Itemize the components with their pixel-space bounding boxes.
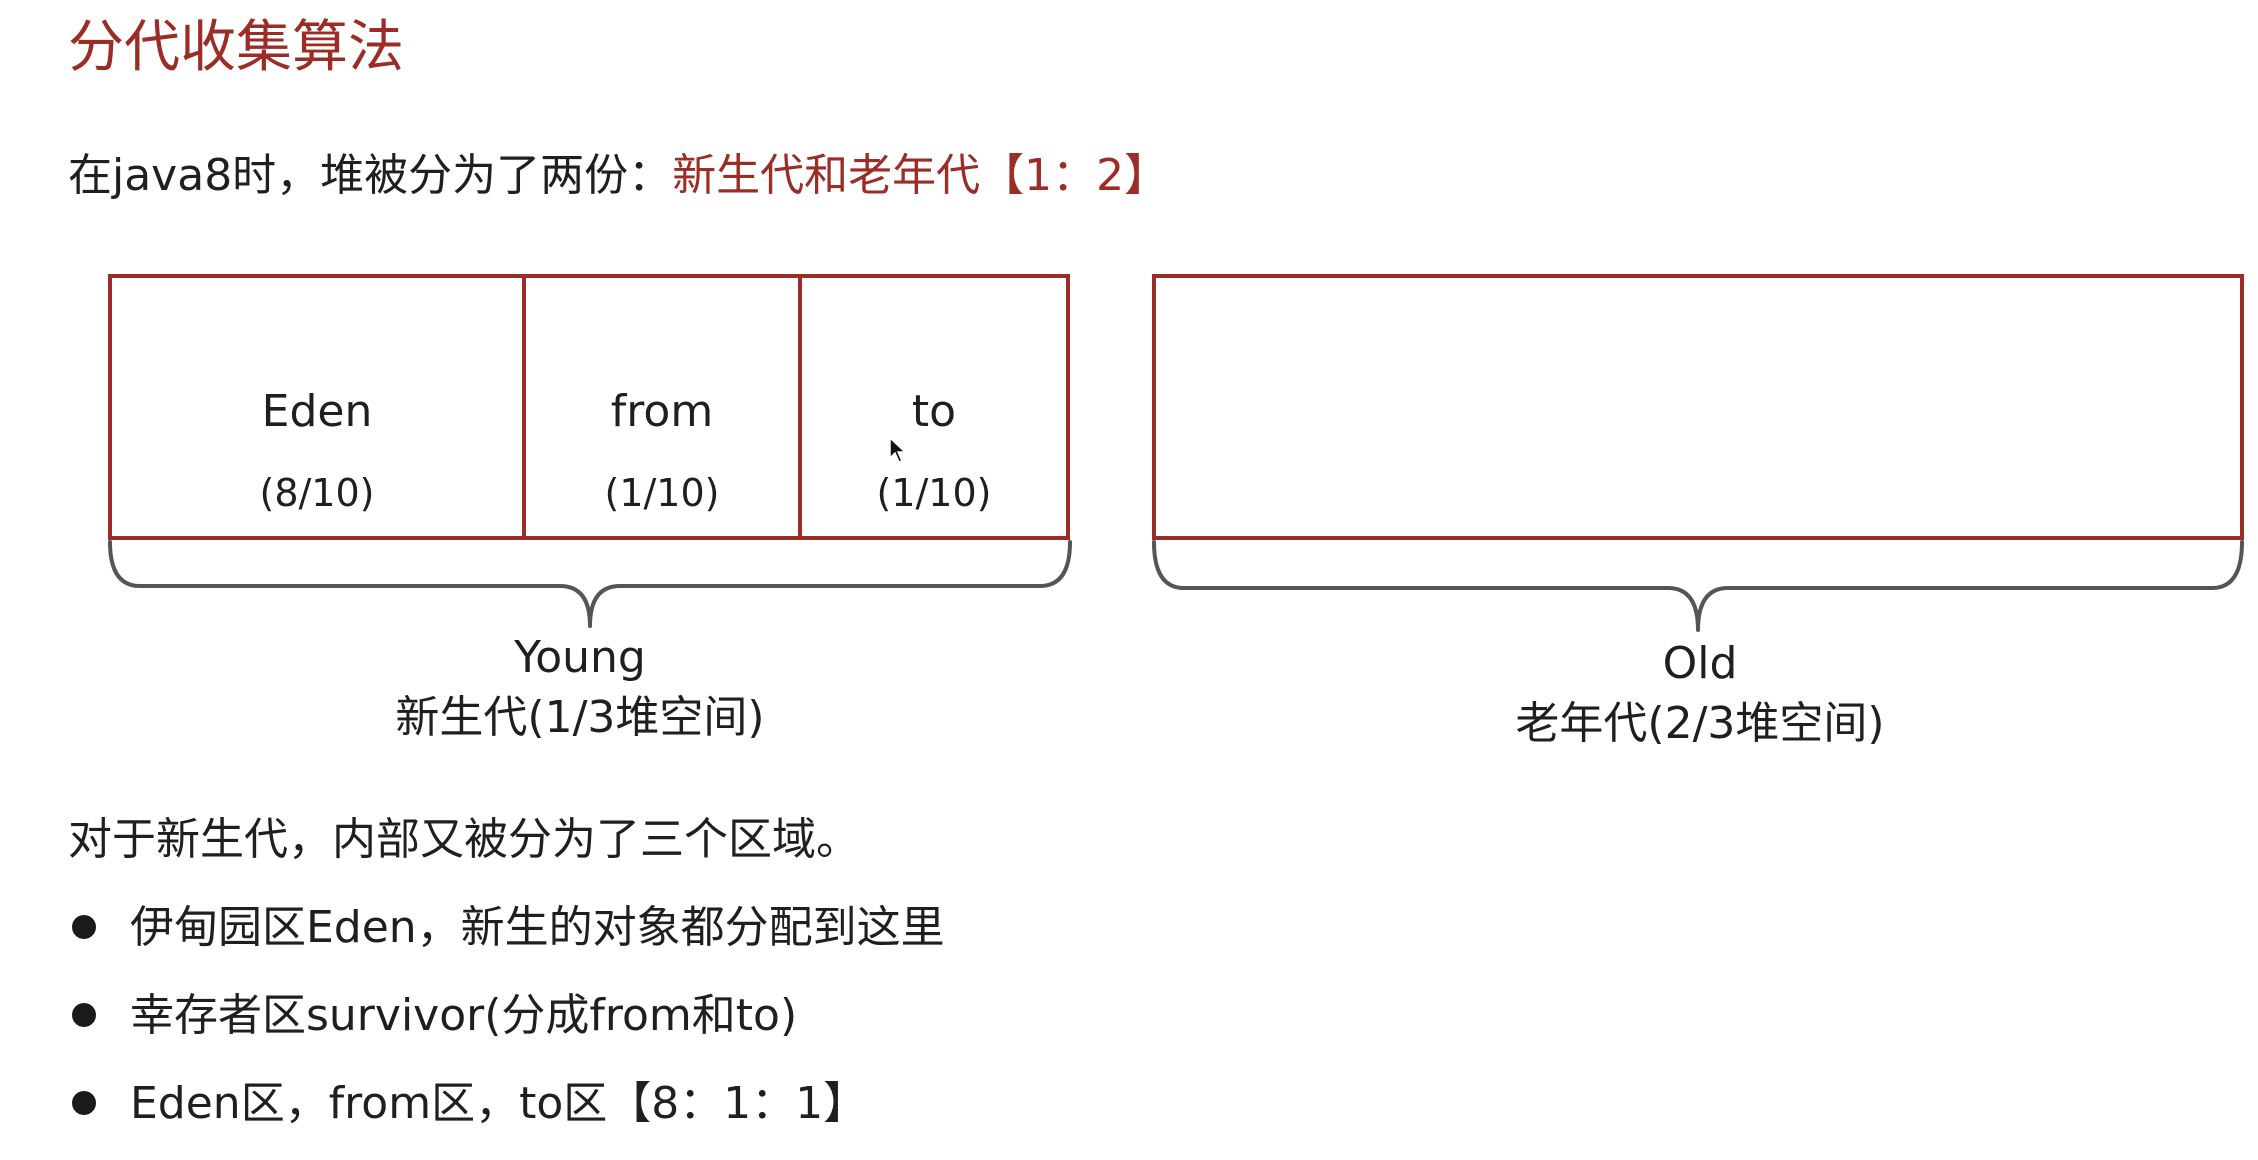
list-item: 幸存者区survivor(分成from和to) bbox=[68, 984, 945, 1072]
intro-text: 在java8时，堆被分为了两份：新生代和老年代【1：2】 bbox=[68, 144, 1168, 208]
young-label: Young 新生代(1/3堆空间) bbox=[300, 628, 860, 748]
region-to: to (1/10) bbox=[798, 278, 1066, 536]
region-name: to bbox=[911, 386, 957, 437]
region-list: 伊甸园区Eden，新生的对象都分配到这里 幸存者区survivor(分成from… bbox=[68, 896, 945, 1160]
list-item: 伊甸园区Eden，新生的对象都分配到这里 bbox=[68, 896, 945, 984]
young-generation-box: Eden (8/10) from (1/10) to (1/10) bbox=[108, 274, 1070, 540]
bullet-dot-icon bbox=[72, 1003, 96, 1027]
young-description: 对于新生代，内部又被分为了三个区域。 bbox=[68, 814, 860, 865]
mouse-pointer-icon bbox=[889, 436, 907, 463]
old-name: Old bbox=[1662, 638, 1738, 689]
old-brace bbox=[1152, 540, 2244, 632]
old-generation-box bbox=[1152, 274, 2244, 540]
bullet-dot-icon bbox=[72, 1091, 96, 1115]
region-name: Eden bbox=[261, 386, 373, 437]
list-item-text: Eden区，from区，to区【8：1：1】 bbox=[130, 1078, 868, 1129]
young-name: Young bbox=[514, 632, 646, 683]
list-item-text: 幸存者区survivor(分成from和to) bbox=[130, 990, 798, 1041]
region-eden: Eden (8/10) bbox=[112, 278, 522, 536]
region-name: from bbox=[610, 386, 714, 437]
intro-prefix: 在java8时，堆被分为了两份： bbox=[68, 150, 673, 201]
bullet-dot-icon bbox=[72, 915, 96, 939]
page-title: 分代收集算法 bbox=[68, 15, 404, 80]
intro-highlight: 新生代和老年代【1：2】 bbox=[672, 150, 1169, 201]
region-ratio: (8/10) bbox=[259, 471, 375, 515]
region-ratio: (1/10) bbox=[876, 471, 992, 515]
young-desc: 新生代(1/3堆空间) bbox=[395, 692, 765, 743]
list-item-text: 伊甸园区Eden，新生的对象都分配到这里 bbox=[130, 902, 945, 953]
region-from: from (1/10) bbox=[522, 278, 798, 536]
region-ratio: (1/10) bbox=[604, 471, 720, 515]
young-brace bbox=[108, 540, 1072, 628]
old-label: Old 老年代(2/3堆空间) bbox=[1400, 634, 2000, 754]
old-desc: 老年代(2/3堆空间) bbox=[1515, 698, 1885, 749]
list-item: Eden区，from区，to区【8：1：1】 bbox=[68, 1072, 945, 1160]
